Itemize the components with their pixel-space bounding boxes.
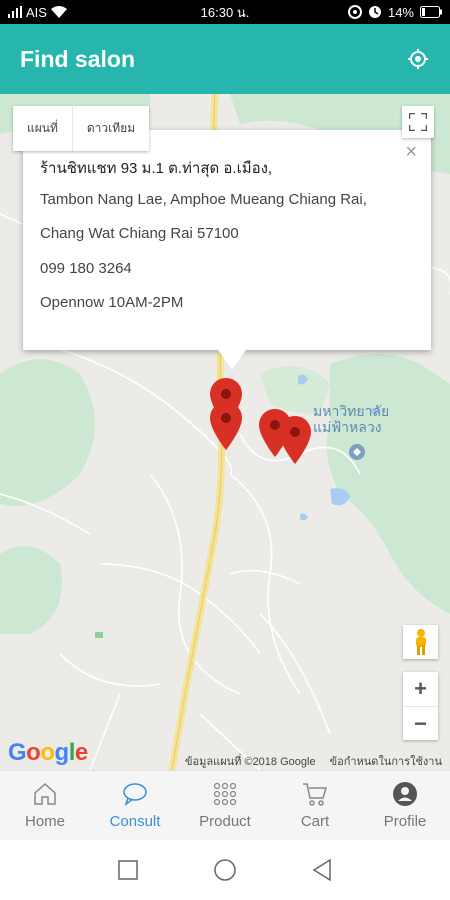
home-circle-icon[interactable] [213, 858, 237, 882]
page-title: Find salon [20, 45, 135, 72]
app-header: Find salon [0, 24, 450, 94]
home-icon [34, 782, 56, 805]
salon-pin-4[interactable] [279, 416, 311, 464]
salon-phone[interactable]: 099 180 3264 [40, 260, 413, 295]
profile-icon [393, 782, 417, 806]
salon-info-window: × ร้านชิทแชท 93 ม.1 ต.ท่าสุด อ.เมือง, Ta… [23, 130, 431, 370]
nav-profile-label: Profile [383, 813, 427, 830]
nav-home-label: Home [24, 813, 65, 830]
salon-address-line-3: Chang Wat Chiang Rai 57100 [40, 225, 239, 242]
map-type-toggle: แผนที่ ดาวเทียม [13, 106, 150, 151]
bottom-navigation: Home Consult Product Cart Profile [0, 770, 450, 840]
map-place-label-2: แม่ฟ้าหลวง [313, 420, 382, 436]
close-icon[interactable]: × [405, 142, 417, 162]
system-navigation-bar [0, 840, 450, 900]
zoom-in-button[interactable]: + [403, 672, 438, 706]
battery-icon [420, 6, 442, 18]
locate-icon[interactable] [406, 47, 430, 71]
carrier-label: AIS [26, 4, 47, 20]
nav-home[interactable]: Home [0, 771, 90, 840]
map-place-label-1: มหาวิทยาลัย [313, 404, 389, 420]
street-view-pegman-icon[interactable] [403, 625, 438, 659]
info-window-pointer [218, 350, 246, 370]
zoom-out-button[interactable]: − [403, 706, 438, 740]
sync-icon [347, 5, 362, 19]
map-data-credit: ข้อมูลแผนที่ ©2018 Google [184, 756, 316, 768]
nav-cart[interactable]: Cart [270, 771, 360, 840]
nav-cart-label: Cart [300, 813, 330, 830]
salon-pin-2[interactable] [210, 402, 242, 450]
nav-consult-label: Consult [109, 813, 161, 830]
wifi-icon [50, 6, 67, 18]
recent-apps-icon[interactable] [117, 860, 138, 880]
map-view[interactable]: มหาวิทยาลัย แม่ฟ้าหลวง × ร้านชิทแชท 93 ม… [0, 94, 450, 770]
signal-icon [8, 6, 22, 18]
map-attribution: ข้อมูลแผนที่ ©2018 Google ข้อกำหนดในการใ… [185, 752, 442, 770]
nav-consult[interactable]: Consult [90, 771, 180, 840]
status-bar: AIS 16:30 น. 14% [0, 0, 450, 24]
map-type-map-button[interactable]: แผนที่ [13, 106, 72, 151]
salon-name-address: ร้านชิทแชท 93 ม.1 ต.ท่าสุด อ.เมือง, [40, 160, 273, 177]
salon-hours: Opennow 10AM-2PM [40, 294, 184, 311]
cart-icon [303, 783, 328, 806]
nav-profile[interactable]: Profile [360, 771, 450, 840]
alarm-icon [368, 5, 382, 19]
nav-product[interactable]: Product [180, 771, 270, 840]
clock: 16:30 น. [200, 4, 250, 20]
chat-bubble-icon [123, 783, 147, 806]
google-logo: Google [8, 739, 88, 766]
zoom-controls: + − [403, 672, 438, 740]
map-type-satellite-button[interactable]: ดาวเทียม [71, 106, 149, 151]
battery-label: 14% [387, 4, 414, 20]
fullscreen-icon[interactable] [402, 106, 434, 138]
grid-dots-icon [213, 782, 237, 806]
nav-product-label: Product [199, 813, 251, 830]
salon-address-line-2: Tambon Nang Lae, Amphoe Mueang Chiang Ra… [40, 190, 367, 208]
back-triangle-icon[interactable] [312, 859, 332, 881]
map-terms-link[interactable]: ข้อกำหนดในการใช้งาน [330, 752, 442, 770]
